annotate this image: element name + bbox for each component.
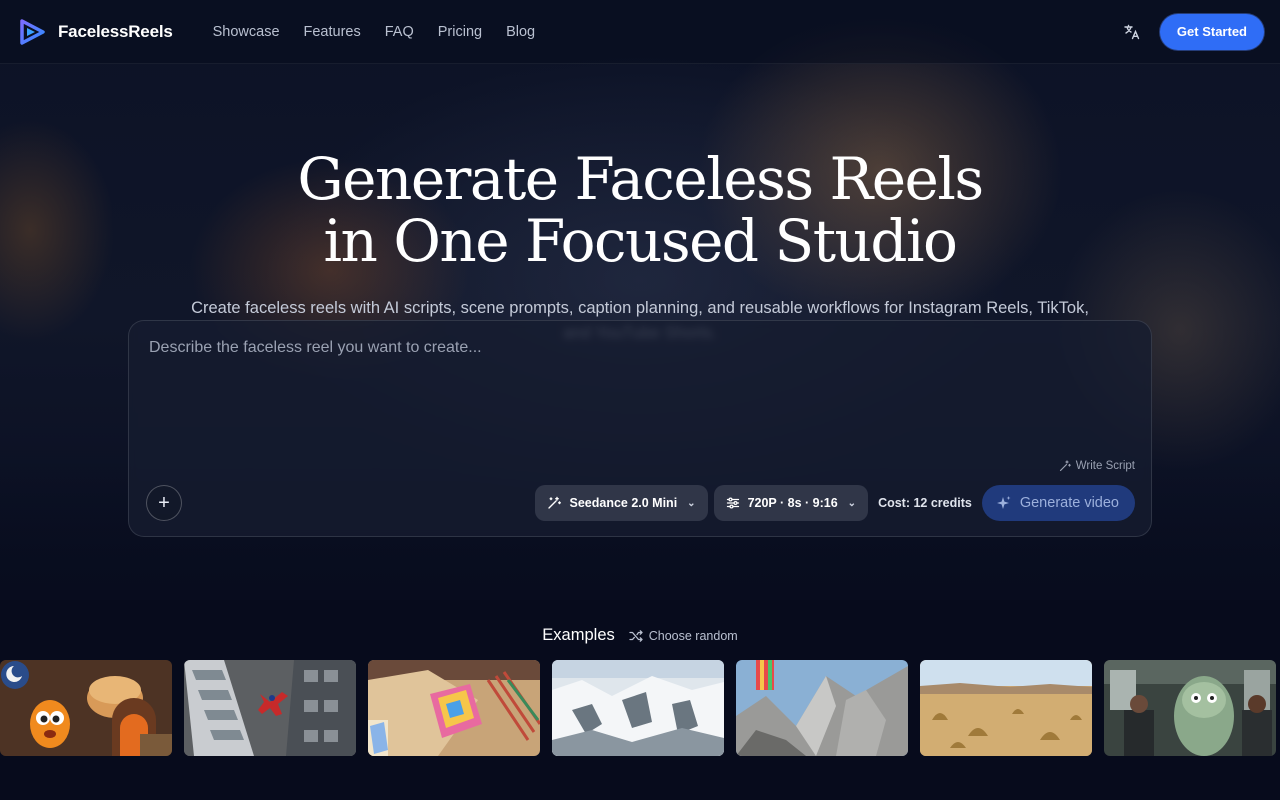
cost-label: Cost: 12 credits: [878, 496, 972, 510]
settings-label: 720P · 8s · 9:16: [747, 496, 838, 510]
example-thumbnail[interactable]: [184, 660, 356, 756]
hero: Generate Faceless Reels in One Focused S…: [0, 148, 1280, 346]
example-thumbnail[interactable]: [552, 660, 724, 756]
example-thumbnail[interactable]: [920, 660, 1092, 756]
examples-header: Examples Choose random: [0, 626, 1280, 645]
nav-showcase[interactable]: Showcase: [213, 24, 280, 40]
brand-name: FacelessReels: [58, 21, 173, 41]
chevron-down-icon: ⌄: [847, 497, 857, 509]
prompt-input[interactable]: [149, 339, 1129, 449]
nav-faq[interactable]: FAQ: [385, 24, 414, 40]
hero-title-line2: in One Focused Studio: [323, 207, 958, 275]
example-thumbnail[interactable]: [368, 660, 540, 756]
nav-blog[interactable]: Blog: [506, 24, 535, 40]
example-thumbnail[interactable]: [736, 660, 908, 756]
sparkle-icon: [996, 496, 1011, 509]
brand[interactable]: FacelessReels: [18, 18, 173, 46]
magic-wand-icon: [1059, 460, 1071, 472]
add-attachment-button[interactable]: +: [146, 485, 182, 521]
composer-controls: Seedance 2.0 Mini ⌄ 720P · 8s · 9:16 ⌄ C…: [535, 485, 1135, 521]
video-settings-selector[interactable]: 720P · 8s · 9:16 ⌄: [713, 485, 869, 521]
examples-gallery: [0, 660, 1276, 756]
write-script-label: Write Script: [1075, 460, 1135, 472]
model-label: Seedance 2.0 Mini: [569, 496, 678, 510]
nav-features[interactable]: Features: [304, 24, 361, 40]
top-navbar: FacelessReels Showcase Features FAQ Pric…: [0, 0, 1280, 64]
model-selector[interactable]: Seedance 2.0 Mini ⌄: [535, 485, 708, 521]
write-script-button[interactable]: Write Script: [1059, 460, 1135, 472]
example-thumbnail[interactable]: [0, 660, 172, 756]
hero-title: Generate Faceless Reels in One Focused S…: [0, 148, 1280, 272]
header-actions: Get Started: [1122, 13, 1264, 50]
translate-icon[interactable]: [1122, 22, 1142, 42]
shuffle-icon: [629, 629, 643, 642]
hero-title-line1: Generate Faceless Reels: [297, 145, 984, 213]
get-started-button[interactable]: Get Started: [1159, 13, 1264, 50]
main-nav: Showcase Features FAQ Pricing Blog: [213, 24, 536, 40]
play-logo-icon: [20, 18, 45, 45]
magic-wand-icon: [548, 496, 562, 509]
sliders-icon: [726, 497, 739, 509]
generate-video-label: Generate video: [1019, 495, 1119, 511]
plus-icon: +: [158, 491, 170, 514]
examples-title: Examples: [542, 626, 615, 644]
chevron-down-icon: ⌄: [687, 497, 696, 509]
example-thumbnail[interactable]: [1104, 660, 1276, 756]
choose-random-button[interactable]: Choose random: [629, 629, 738, 643]
generate-video-button[interactable]: Generate video: [981, 485, 1135, 521]
nav-pricing[interactable]: Pricing: [438, 24, 482, 40]
prompt-composer: Write Script + Seedance 2.0 Mini ⌄ 720P …: [128, 320, 1152, 537]
choose-random-label: Choose random: [648, 628, 738, 643]
